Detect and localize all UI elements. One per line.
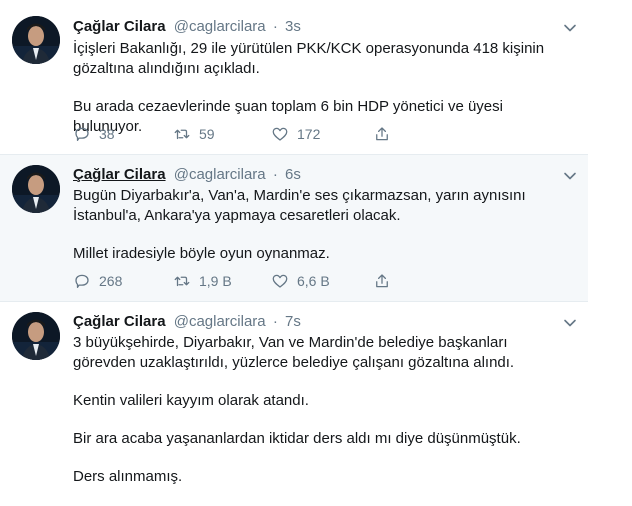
author-handle[interactable]: @caglarcilara — [174, 18, 266, 35]
chevron-down-icon[interactable] — [562, 315, 578, 331]
tweet-actions: 38 59 172 — [73, 124, 391, 144]
like-button[interactable]: 6,6 B — [271, 272, 373, 290]
retweet-button[interactable]: 1,9 B — [173, 272, 271, 290]
share-icon — [376, 127, 388, 141]
share-icon — [376, 274, 388, 288]
chevron-down-icon[interactable] — [562, 168, 578, 184]
reply-button[interactable]: 38 — [73, 125, 173, 143]
avatar-photo — [12, 165, 60, 213]
reply-count: 38 — [99, 126, 115, 142]
tweet-actions: 268 1,9 B 6,6 B — [73, 271, 391, 291]
avatar[interactable] — [12, 312, 60, 360]
tweet-header: Çağlar Cilara @caglarcilara · 3s — [73, 17, 301, 37]
retweet-button[interactable]: 59 — [173, 125, 271, 143]
like-button[interactable]: 172 — [271, 125, 373, 143]
like-count: 172 — [297, 126, 321, 142]
author-handle[interactable]: @caglarcilara — [174, 313, 266, 330]
tweet-paragraph: Bir ara acaba yaşananlardan iktidar ders… — [73, 430, 521, 447]
tweet-text: İçişleri Bakanlığı, 29 ile yürütülen PKK… — [73, 39, 573, 137]
tweet-text: 3 büyükşehirde, Diyarbakır, Van ve Mardi… — [73, 333, 573, 487]
share-button[interactable] — [373, 272, 391, 290]
tweet-header: Çağlar Cilara @caglarcilara · 7s — [73, 312, 301, 332]
tweet-1[interactable]: Çağlar Cilara @caglarcilara · 3s İçişler… — [0, 0, 588, 155]
author-handle[interactable]: @caglarcilara — [174, 166, 266, 183]
retweet-icon — [174, 129, 190, 140]
reply-icon — [75, 127, 89, 142]
like-count: 6,6 B — [297, 273, 330, 289]
reply-count: 268 — [99, 273, 123, 289]
tweet-paragraph: 3 büyükşehirde, Diyarbakır, Van ve Mardi… — [73, 334, 515, 371]
avatar-photo — [12, 16, 60, 64]
tweet-time[interactable]: 7s — [285, 313, 301, 330]
reply-button[interactable]: 268 — [73, 272, 173, 290]
tweet-paragraph: Bugün Diyarbakır'a, Van'a, Mardin'e ses … — [73, 187, 526, 224]
tweet-paragraph: İçişleri Bakanlığı, 29 ile yürütülen PKK… — [73, 40, 545, 77]
author-name[interactable]: Çağlar Cilara — [73, 18, 166, 35]
tweet-time[interactable]: 3s — [285, 18, 301, 35]
tweet-2[interactable]: Çağlar Cilara @caglarcilara · 6s Bugün D… — [0, 155, 588, 302]
tweet-3[interactable]: Çağlar Cilara @caglarcilara · 7s 3 büyük… — [0, 302, 588, 506]
heart-icon — [272, 127, 288, 141]
retweet-icon — [174, 276, 190, 287]
tweet-paragraph: Ders alınmamış. — [73, 468, 183, 485]
author-name[interactable]: Çağlar Cilara — [73, 313, 166, 330]
share-button[interactable] — [373, 125, 391, 143]
tweet-text: Bugün Diyarbakır'a, Van'a, Mardin'e ses … — [73, 186, 573, 264]
tweet-feed: Çağlar Cilara @caglarcilara · 3s İçişler… — [0, 0, 588, 506]
chevron-down-icon[interactable] — [562, 20, 578, 36]
retweet-count: 1,9 B — [199, 273, 232, 289]
avatar[interactable] — [12, 165, 60, 213]
tweet-time[interactable]: 6s — [285, 166, 301, 183]
tweet-paragraph: Kentin valileri kayyım olarak atandı. — [73, 392, 309, 409]
reply-icon — [75, 274, 89, 289]
author-name[interactable]: Çağlar Cilara — [73, 166, 166, 183]
tweet-header: Çağlar Cilara @caglarcilara · 6s — [73, 165, 301, 185]
heart-icon — [272, 274, 288, 288]
avatar-photo — [12, 312, 60, 360]
retweet-count: 59 — [199, 126, 215, 142]
separator-dot: · — [272, 166, 278, 183]
avatar[interactable] — [12, 16, 60, 64]
separator-dot: · — [272, 313, 278, 330]
separator-dot: · — [272, 18, 278, 35]
tweet-paragraph: Millet iradesiyle böyle oyun oynanmaz. — [73, 245, 330, 262]
